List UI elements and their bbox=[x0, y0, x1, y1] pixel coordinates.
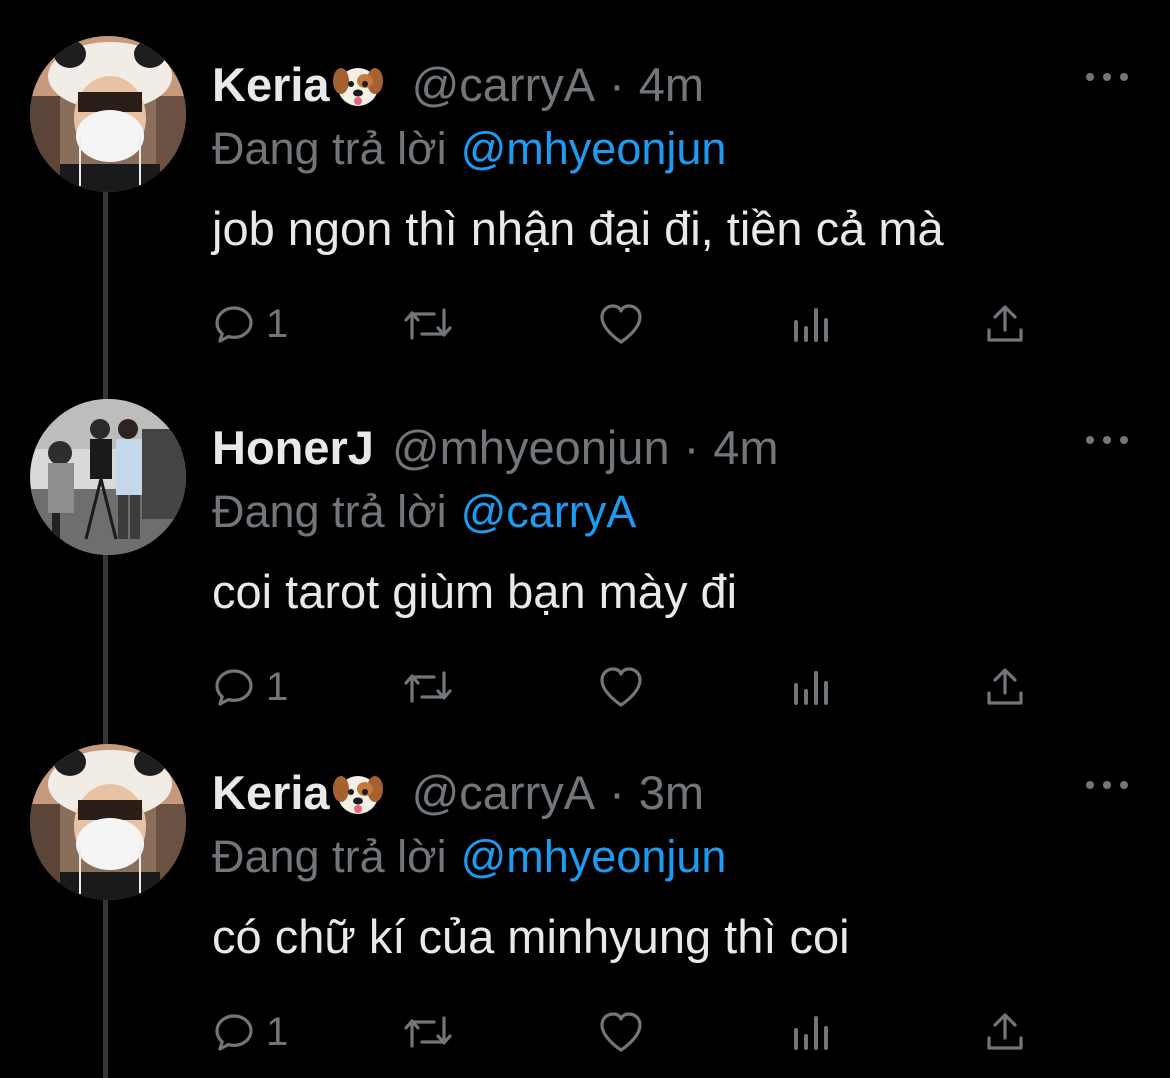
replying-to-mention[interactable]: @mhyeonjun bbox=[461, 831, 727, 882]
reply-button[interactable]: 1 bbox=[210, 296, 288, 352]
display-name[interactable]: Keria bbox=[212, 52, 330, 118]
user-handle[interactable]: @mhyeonjun bbox=[392, 415, 670, 481]
avatar[interactable] bbox=[30, 36, 186, 192]
retweet-icon bbox=[400, 663, 456, 711]
reply-button[interactable]: 1 bbox=[210, 659, 288, 715]
more-options-icon[interactable] bbox=[1086, 62, 1128, 92]
bar-chart-icon bbox=[790, 663, 834, 711]
heart-icon bbox=[596, 1008, 646, 1056]
more-options-icon[interactable] bbox=[1086, 770, 1128, 800]
reply-count: 1 bbox=[266, 301, 289, 346]
replying-to: Đang trả lời @mhyeonjun bbox=[212, 118, 726, 180]
speech-bubble-icon bbox=[210, 663, 258, 711]
tweet-text: job ngon thì nhận đại đi, tiền cả mà bbox=[212, 202, 944, 255]
replying-to: Đang trả lời @carryA bbox=[212, 481, 636, 543]
tweet-actions: 1 bbox=[210, 1004, 1040, 1060]
heart-icon bbox=[596, 300, 646, 348]
tweet-thread: Keria @carryA · 4m Đang trả lời @mhyeonju… bbox=[0, 0, 1170, 1078]
like-button[interactable] bbox=[596, 659, 646, 715]
user-handle[interactable]: @carryA bbox=[412, 760, 596, 826]
views-button[interactable] bbox=[790, 659, 834, 715]
retweet-button[interactable] bbox=[400, 1004, 456, 1060]
tweet-header: Keria @carryA · 4m bbox=[212, 52, 704, 118]
share-upload-icon bbox=[982, 300, 1028, 348]
avatar[interactable] bbox=[30, 399, 186, 555]
timestamp[interactable]: 4m bbox=[713, 415, 778, 481]
retweet-button[interactable] bbox=[400, 659, 456, 715]
replying-to: Đang trả lời @mhyeonjun bbox=[212, 826, 726, 888]
replying-to-mention[interactable]: @mhyeonjun bbox=[461, 123, 727, 174]
tweet[interactable]: Keria @carryA · 3m Đang trả lời @mhyeonju… bbox=[0, 708, 1170, 1063]
timestamp[interactable]: 3m bbox=[639, 760, 704, 826]
tweet-actions: 1 bbox=[210, 296, 1040, 352]
share-button[interactable] bbox=[982, 659, 1028, 715]
retweet-icon bbox=[400, 1008, 456, 1056]
display-name[interactable]: HonerJ bbox=[212, 415, 374, 481]
views-button[interactable] bbox=[790, 1004, 834, 1060]
separator-dot: · bbox=[609, 766, 625, 819]
replying-to-mention[interactable]: @carryA bbox=[461, 486, 637, 537]
tweet[interactable]: HonerJ @mhyeonjun · 4m Đang trả lời @carr… bbox=[0, 363, 1170, 718]
tweet-text: có chữ kí của minhyung thì coi bbox=[212, 910, 850, 963]
retweet-icon bbox=[400, 300, 456, 348]
views-button[interactable] bbox=[790, 296, 834, 352]
share-upload-icon bbox=[982, 663, 1028, 711]
user-handle[interactable]: @carryA bbox=[412, 52, 596, 118]
like-button[interactable] bbox=[596, 296, 646, 352]
like-button[interactable] bbox=[596, 1004, 646, 1060]
speech-bubble-icon bbox=[210, 300, 258, 348]
tweet-text: coi tarot giùm bạn mày đi bbox=[212, 565, 738, 618]
dog-face-emoji-icon bbox=[332, 767, 384, 819]
tweet-header: Keria @carryA · 3m bbox=[212, 760, 704, 826]
reply-count: 1 bbox=[266, 1009, 289, 1054]
separator-dot: · bbox=[609, 58, 625, 111]
bar-chart-icon bbox=[790, 300, 834, 348]
reply-count: 1 bbox=[266, 664, 289, 709]
separator-dot: · bbox=[683, 421, 700, 474]
share-button[interactable] bbox=[982, 1004, 1028, 1060]
reply-button[interactable]: 1 bbox=[210, 1004, 288, 1060]
heart-icon bbox=[596, 663, 646, 711]
speech-bubble-icon bbox=[210, 1008, 258, 1056]
replying-prefix: Đang trả lời bbox=[212, 831, 447, 882]
tweet-actions: 1 bbox=[210, 659, 1040, 715]
share-button[interactable] bbox=[982, 296, 1028, 352]
bar-chart-icon bbox=[790, 1008, 834, 1056]
retweet-button[interactable] bbox=[400, 296, 456, 352]
dog-face-emoji-icon bbox=[332, 59, 384, 111]
more-options-icon[interactable] bbox=[1086, 425, 1128, 455]
replying-prefix: Đang trả lời bbox=[212, 486, 447, 537]
tweet[interactable]: Keria @carryA · 4m Đang trả lời @mhyeonju… bbox=[0, 0, 1170, 355]
timestamp[interactable]: 4m bbox=[639, 52, 704, 118]
display-name[interactable]: Keria bbox=[212, 760, 330, 826]
share-upload-icon bbox=[982, 1008, 1028, 1056]
avatar[interactable] bbox=[30, 744, 186, 900]
tweet-header: HonerJ @mhyeonjun · 4m bbox=[212, 415, 779, 481]
replying-prefix: Đang trả lời bbox=[212, 123, 447, 174]
